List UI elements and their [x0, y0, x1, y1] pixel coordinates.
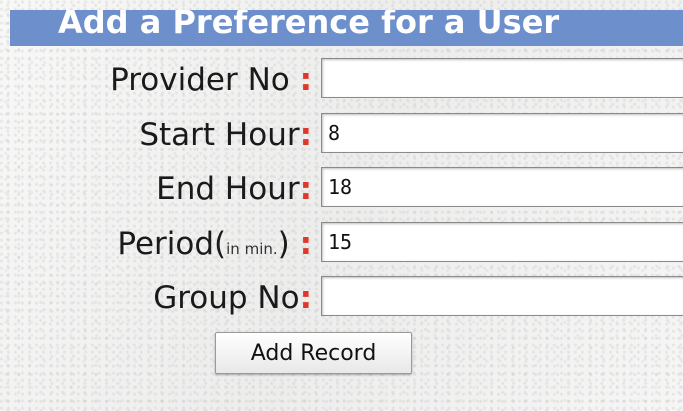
group-no-label: Group No: — [153, 278, 312, 318]
group-no-label-text: Group No — [153, 280, 300, 316]
period-unit-text: in min. — [226, 240, 278, 258]
end-hour-colon: : — [299, 171, 312, 207]
end-hour-label-text: End Hour — [156, 171, 300, 207]
start-hour-colon: : — [299, 117, 312, 153]
page-title: Add a Preference for a User — [58, 10, 560, 41]
period-input[interactable] — [321, 222, 683, 262]
start-hour-row: Start Hour: — [0, 109, 683, 159]
add-record-button[interactable]: Add Record — [215, 332, 412, 374]
period-colon: : — [299, 226, 312, 262]
start-hour-input[interactable] — [321, 113, 683, 153]
form-header: Add a Preference for a User — [10, 10, 683, 46]
end-hour-row: End Hour: — [0, 163, 683, 213]
period-row: Period(in min.) : — [0, 218, 683, 268]
provider-no-input[interactable] — [321, 58, 683, 98]
group-no-colon: : — [299, 280, 312, 316]
period-label: Period(in min.) : — [117, 224, 312, 269]
end-hour-label: End Hour: — [156, 169, 312, 209]
period-label-text: Period( — [117, 226, 227, 262]
preference-form-page: Add a Preference for a User Provider No … — [0, 0, 683, 411]
start-hour-label: Start Hour: — [139, 115, 312, 155]
period-label-end: ) — [277, 226, 300, 262]
group-no-input[interactable] — [321, 276, 683, 316]
group-no-row: Group No: — [0, 272, 683, 322]
end-hour-input[interactable] — [321, 167, 683, 207]
start-hour-label-text: Start Hour — [139, 117, 300, 153]
provider-no-row: Provider No : — [0, 54, 683, 104]
provider-no-label: Provider No : — [110, 60, 312, 100]
provider-no-label-text: Provider No — [110, 62, 300, 98]
provider-no-colon: : — [299, 62, 312, 98]
